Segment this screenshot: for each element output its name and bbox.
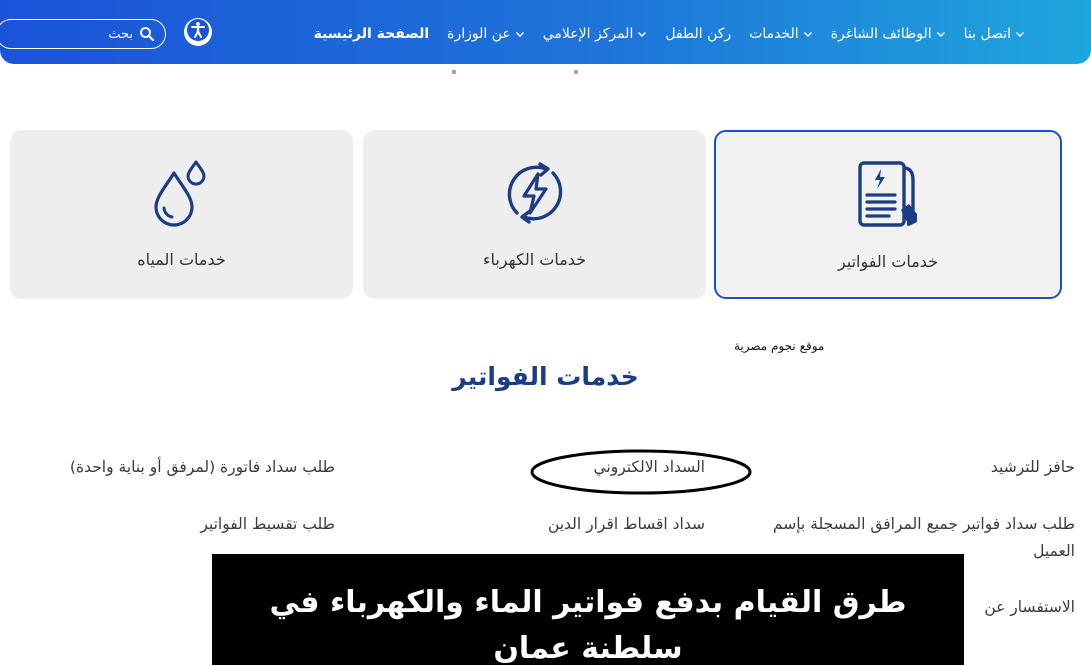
link-single-bill-payment[interactable]: طلب سداد فاتورة (لمرفق أو بناية واحدة) [15, 454, 335, 481]
card-label: خدمات الفواتير [837, 252, 939, 271]
card-label: خدمات الكهرباء [482, 250, 587, 269]
nav-kids-corner[interactable]: ركن الطفل [665, 26, 731, 42]
lightning-icon [500, 158, 570, 228]
submenu-indicator [440, 70, 580, 74]
water-drops-icon [147, 158, 217, 228]
accessibility-button[interactable] [184, 18, 212, 46]
caption-text: طرق القيام بدفع فواتير الماء والكهرباء ف… [269, 585, 907, 665]
card-label: خدمات المياه [137, 250, 226, 269]
chevron-down-icon [515, 29, 525, 39]
link-bill-installment-request[interactable]: طلب تقسيط الفواتير [15, 511, 335, 538]
main-nav: الصفحة الرئيسية عن الوزارة المركز الإعلا… [314, 22, 1025, 46]
nav-label: الخدمات [749, 26, 799, 42]
chevron-down-icon [936, 29, 946, 39]
nav-home[interactable]: الصفحة الرئيسية [314, 26, 430, 42]
nav-about-ministry[interactable]: عن الوزارة [447, 26, 525, 42]
nav-label: الوظائف الشاغرة [830, 26, 932, 42]
nav-label: عن الوزارة [447, 26, 511, 42]
card-electricity-services[interactable]: خدمات الكهرباء [363, 130, 706, 299]
link-rationalization-incentive[interactable]: حافز للترشيد [775, 454, 1075, 481]
link-debt-installments[interactable]: سداد اقساط اقرار الدين [405, 511, 705, 538]
invoice-icon [853, 160, 923, 230]
nav-services[interactable]: الخدمات [749, 26, 813, 42]
nav-label: ركن الطفل [665, 26, 732, 42]
nav-label: الصفحة الرئيسية [313, 26, 430, 42]
caption-banner: طرق القيام بدفع فواتير الماء والكهرباء ف… [212, 554, 964, 665]
card-bills-services[interactable]: خدمات الفواتير [714, 130, 1062, 299]
search-box [0, 19, 166, 49]
search-input[interactable] [33, 26, 133, 42]
nav-label: المركز الإعلامي [542, 26, 634, 42]
chevron-down-icon [637, 29, 647, 39]
search-icon[interactable] [139, 26, 155, 42]
watermark-text: موقع نجوم مصرية [734, 339, 825, 353]
nav-contact-us[interactable]: اتصل بنا [964, 26, 1025, 42]
nav-label: اتصل بنا [963, 26, 1011, 42]
chevron-down-icon [803, 29, 813, 39]
top-navbar: الصفحة الرئيسية عن الوزارة المركز الإعلا… [0, 0, 1091, 64]
card-water-services[interactable]: خدمات المياه [10, 130, 353, 299]
section-title: خدمات الفواتير [452, 362, 639, 391]
chevron-down-icon [1015, 29, 1025, 39]
nav-vacancies[interactable]: الوظائف الشاغرة [831, 26, 946, 42]
nav-media-center[interactable]: المركز الإعلامي [543, 26, 648, 42]
accessibility-icon [186, 18, 210, 46]
highlight-oval [530, 449, 752, 495]
